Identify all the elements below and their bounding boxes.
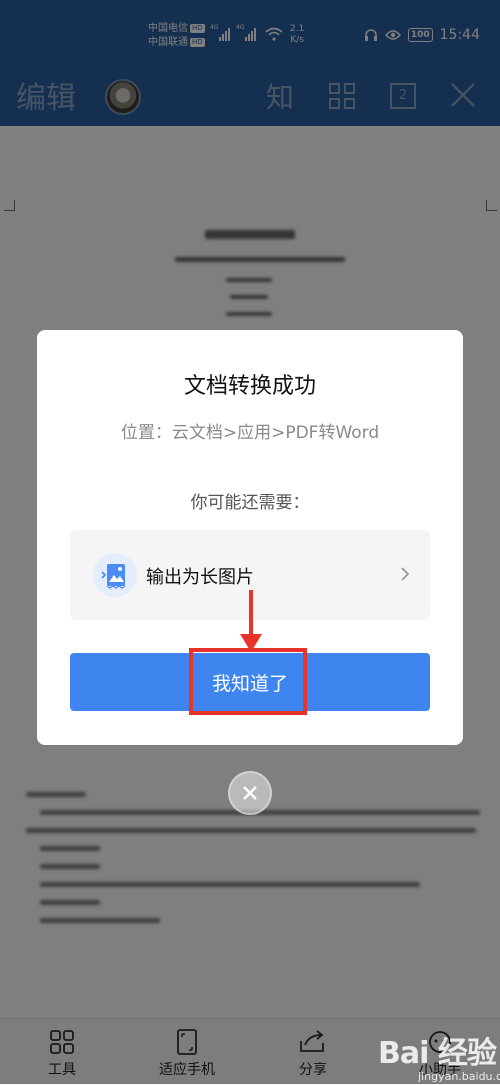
option-label: 输出为长图片 [146,567,254,588]
close-icon [243,786,257,800]
file-location: 位置：云文档>应用>PDF转Word [120,423,380,443]
dialog-title: 文档转换成功 [183,374,316,399]
baidu-jingyan-watermark: Bai 经验 jingyan.baidu.com [378,1028,500,1083]
dismiss-button[interactable] [228,771,272,815]
watermark-url: jingyan.baidu.com [418,1070,500,1083]
annotation-highlight-box [189,648,307,715]
long-image-icon [93,553,137,597]
chevron-right-icon [401,567,410,581]
watermark-logo: Bai 经验 [378,1036,497,1071]
annotation-arrow-icon [240,590,262,652]
suggestion-heading: 你可能还需要： [190,493,310,513]
